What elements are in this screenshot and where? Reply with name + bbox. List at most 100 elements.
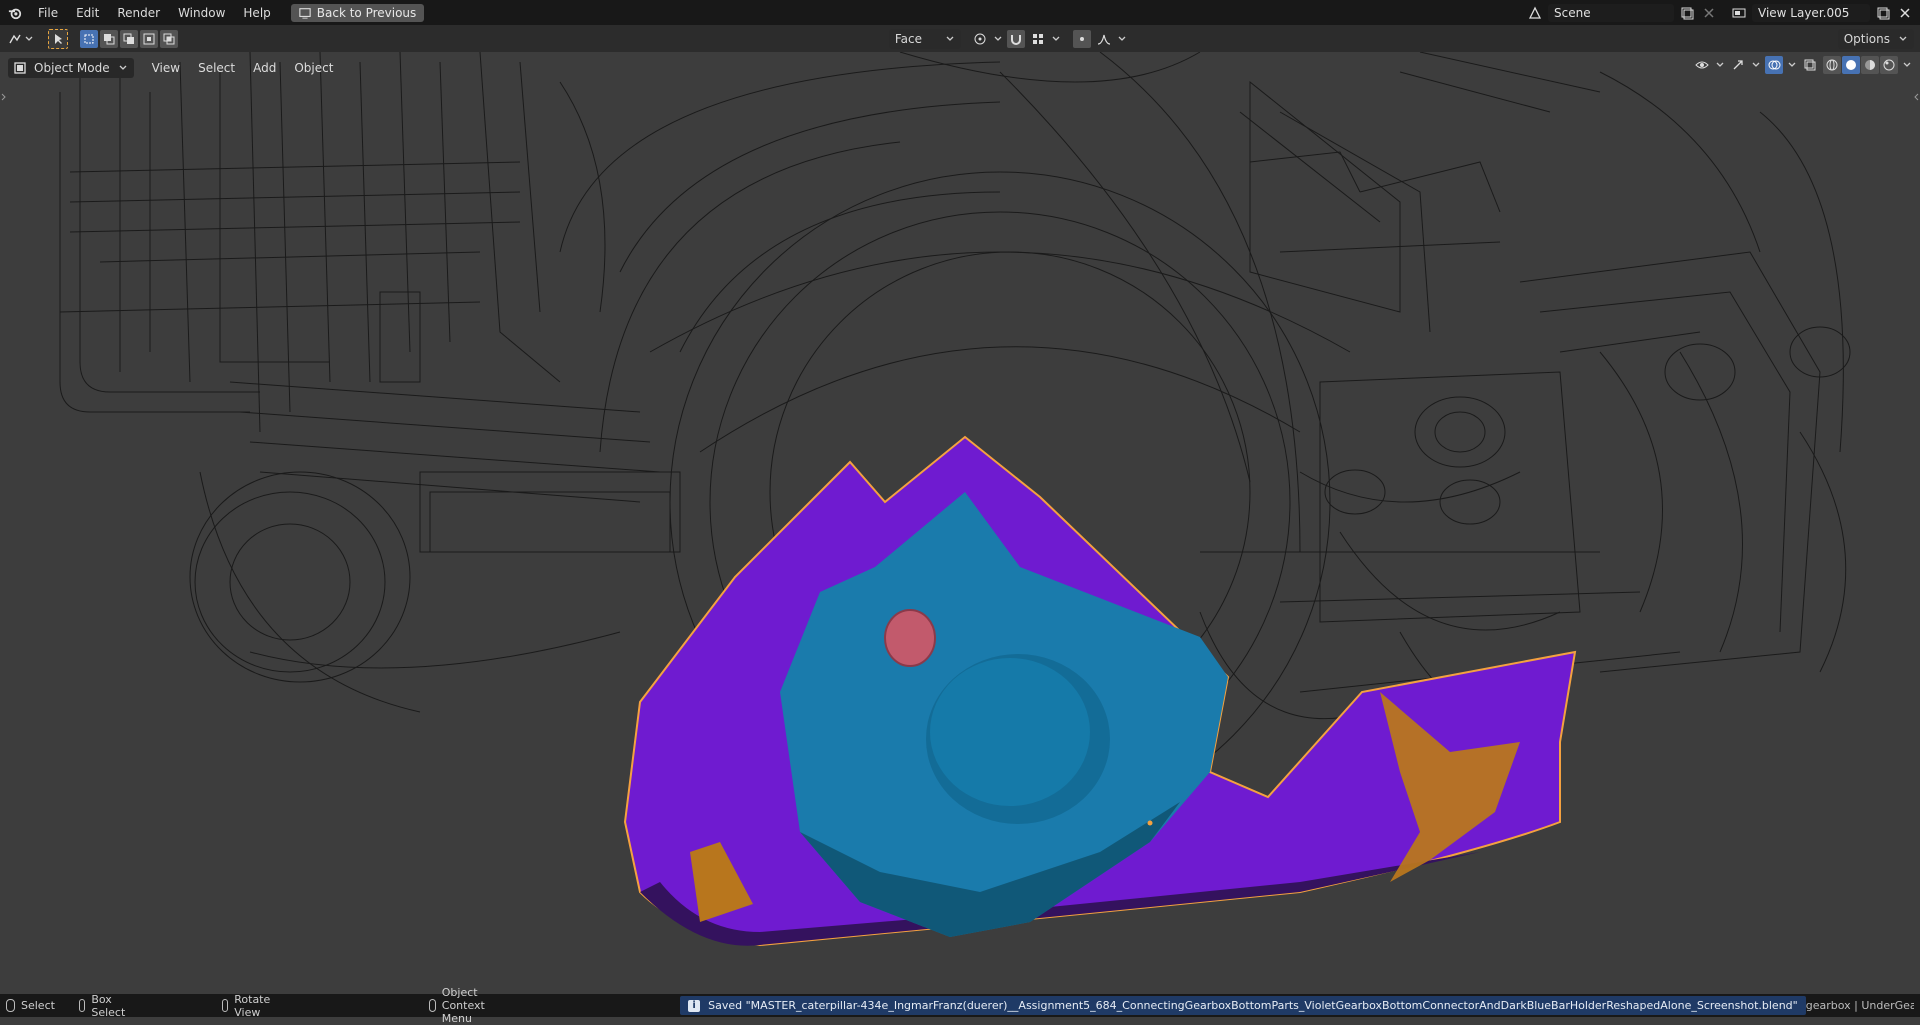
select-new-icon	[80, 30, 98, 48]
select-intersect-icon	[160, 30, 178, 48]
viewport-header-right	[1693, 56, 1912, 74]
chevron-down-icon[interactable]	[1051, 30, 1061, 48]
transform-orientation-value: Face	[894, 31, 922, 46]
rendered-shading-button[interactable]	[1880, 56, 1898, 74]
status-bar: Select Box Select Rotate View Object Con…	[0, 986, 1920, 1025]
chevron-down-icon[interactable]	[24, 30, 34, 48]
status-context-menu-hint: Object Context Menu	[429, 986, 516, 1025]
back-to-previous-button[interactable]: Back to Previous	[290, 3, 425, 22]
proportional-editing-toggle[interactable]	[1072, 29, 1091, 48]
chevron-down-icon[interactable]	[1117, 30, 1127, 48]
wireframe-shading-button[interactable]	[1823, 56, 1841, 74]
menu-file[interactable]: File	[30, 3, 66, 23]
mode-invert-selection-button[interactable]	[140, 29, 158, 48]
status-box-select-hint: Box Select	[78, 992, 128, 1019]
overlays-icon	[1765, 56, 1783, 74]
chevron-down-icon[interactable]	[1751, 56, 1761, 74]
menu-edit[interactable]: Edit	[68, 3, 107, 23]
editor-type-icon[interactable]	[6, 30, 24, 48]
viewport-menu-view[interactable]: View	[144, 58, 188, 78]
xray-toggle-icon[interactable]	[1801, 56, 1819, 74]
menu-render[interactable]: Render	[109, 3, 168, 23]
chevron-down-icon	[118, 59, 128, 77]
rendered-sphere-icon	[1880, 56, 1898, 74]
viewport-menu-add[interactable]: Add	[245, 58, 284, 78]
select-extend-icon	[100, 30, 118, 48]
scene-statistics: gearbox | UnderGearboxToFro	[1805, 999, 1914, 1012]
3d-viewport[interactable]: Object Mode View Select Add Object	[0, 52, 1920, 994]
overlays-toggle[interactable]	[1765, 56, 1783, 74]
falloff-curve-icon[interactable]	[1095, 30, 1113, 48]
context-menu-label: Object Context Menu	[441, 986, 485, 1025]
blue-bore-inner	[930, 658, 1090, 806]
solid-shading-button[interactable]	[1842, 56, 1860, 74]
top-bar: File Edit Render Window Help Back to Pre…	[0, 0, 1920, 25]
mouse-left-icon	[6, 999, 15, 1012]
snap-target-icon[interactable]	[1029, 30, 1047, 48]
scene-field[interactable]: Scene	[1548, 3, 1674, 22]
mode-subtract-selection-button[interactable]	[120, 29, 138, 48]
box-select-label: Box Select	[91, 992, 126, 1019]
rotate-view-label: Rotate View	[234, 992, 271, 1019]
pivot-point-icon[interactable]	[971, 30, 989, 48]
tool-header: Face Options	[0, 25, 1920, 52]
new-scene-icon[interactable]	[1678, 4, 1696, 22]
select-subtract-icon	[120, 30, 138, 48]
viewport-header-left: Object Mode View Select Add Object	[8, 58, 341, 78]
scene-icon[interactable]	[1526, 4, 1544, 22]
proportional-edit-icon	[1073, 30, 1091, 48]
status-rotate-view-hint: Rotate View	[221, 992, 275, 1019]
select-invert-icon	[140, 30, 158, 48]
select-label: Select	[21, 999, 55, 1012]
chevron-down-icon[interactable]	[1787, 56, 1797, 74]
menu-help[interactable]: Help	[235, 3, 278, 23]
screen-icon	[299, 7, 311, 19]
mode-extend-selection-button[interactable]	[100, 29, 118, 48]
chevron-down-icon[interactable]	[993, 30, 1003, 48]
viewport-scene	[59, 52, 1851, 947]
cursor-icon	[49, 30, 67, 48]
sidebar-expand-arrow-icon[interactable]	[1912, 88, 1920, 106]
magnet-icon	[1007, 30, 1025, 48]
save-notification[interactable]: i Saved "MASTER_caterpillar-434e_IngmarF…	[680, 996, 1806, 1015]
material-shading-button[interactable]	[1861, 56, 1879, 74]
status-select-hint: Select	[6, 999, 55, 1012]
chevron-down-icon	[945, 30, 955, 48]
eye-visibility-icon[interactable]	[1693, 56, 1711, 74]
toolbar-expand-arrow-icon[interactable]	[0, 88, 8, 106]
mode-new-selection-button[interactable]	[80, 29, 98, 48]
delete-view-layer-icon[interactable]	[1896, 4, 1914, 22]
viewport-menu-select[interactable]: Select	[190, 58, 243, 78]
object-mode-icon	[14, 59, 26, 77]
saved-message: Saved "MASTER_caterpillar-434e_IngmarFra…	[708, 999, 1798, 1012]
viewport-menu-object[interactable]: Object	[286, 58, 341, 78]
view-layer-value: View Layer.005	[1758, 5, 1850, 20]
view-layer-field[interactable]: View Layer.005	[1752, 3, 1870, 22]
mouse-middle-icon	[221, 999, 229, 1012]
new-view-layer-icon[interactable]	[1874, 4, 1892, 22]
object-mode-label: Object Mode	[34, 61, 110, 75]
object-mode-dropdown[interactable]: Object Mode	[8, 58, 134, 78]
pink-hole	[884, 609, 936, 667]
wireframe-sphere-icon	[1823, 56, 1841, 74]
select-tool-button[interactable]	[48, 28, 68, 49]
delete-scene-icon[interactable]	[1700, 4, 1718, 22]
chevron-down-icon[interactable]	[1715, 56, 1725, 74]
transform-orientation-dropdown[interactable]: Face	[888, 28, 961, 49]
selected-object[interactable]	[623, 435, 1577, 947]
snap-toggle[interactable]	[1006, 29, 1025, 48]
chevron-down-icon	[1898, 30, 1908, 48]
object-origin	[1147, 820, 1153, 826]
solid-sphere-icon	[1842, 56, 1860, 74]
menu-window[interactable]: Window	[170, 3, 233, 23]
options-dropdown[interactable]: Options	[1837, 28, 1914, 49]
material-sphere-icon	[1861, 56, 1879, 74]
chevron-down-icon[interactable]	[1902, 56, 1912, 74]
options-label: Options	[1843, 31, 1890, 46]
mode-intersect-selection-button[interactable]	[160, 29, 178, 48]
gizmo-icon[interactable]	[1729, 56, 1747, 74]
blender-logo-icon[interactable]	[6, 4, 24, 22]
mouse-drag-icon	[78, 999, 86, 1012]
view-layer-icon[interactable]	[1730, 4, 1748, 22]
mouse-right-icon	[429, 999, 436, 1012]
